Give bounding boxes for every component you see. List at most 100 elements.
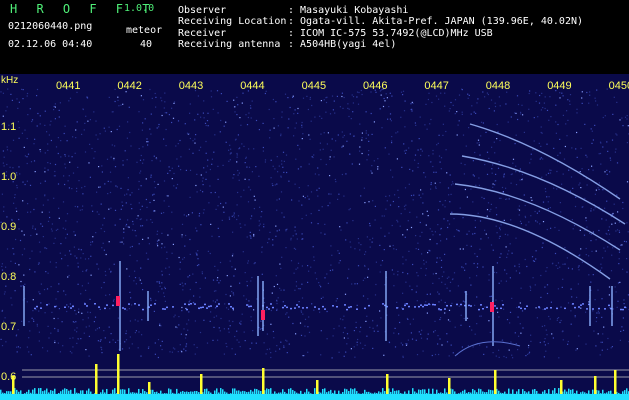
noise-dot	[427, 252, 429, 254]
noise-dot	[584, 123, 586, 125]
noise-dot	[48, 303, 50, 305]
noise-dot	[435, 95, 438, 97]
noise-dot	[359, 123, 361, 125]
noise-dot	[58, 207, 60, 209]
noise-dot	[149, 128, 151, 130]
noise-dot	[525, 224, 527, 226]
noise-dot	[486, 173, 489, 175]
noise-dot	[38, 310, 40, 312]
noise-dot	[581, 168, 583, 170]
histogram-bar	[600, 393, 602, 394]
noise-dot	[175, 187, 177, 189]
noise-dot	[388, 232, 390, 234]
noise-dot	[194, 353, 196, 355]
noise-dot	[182, 289, 184, 291]
noise-dot	[402, 94, 404, 96]
histogram-bar	[532, 389, 534, 394]
noise-dot	[227, 308, 230, 310]
noise-dot	[544, 107, 546, 110]
histogram-peak	[386, 374, 389, 394]
noise-dot	[166, 195, 168, 197]
noise-dot	[570, 288, 572, 290]
noise-dot	[451, 181, 454, 183]
noise-dot	[528, 351, 531, 353]
noise-dot	[342, 319, 344, 321]
noise-dot	[92, 210, 94, 212]
noise-dot	[518, 263, 520, 265]
noise-dot	[2, 150, 4, 152]
noise-dot	[248, 186, 250, 188]
carrier-dot	[188, 303, 190, 306]
histogram-bar	[226, 392, 228, 394]
noise-dot	[541, 92, 543, 94]
histogram-bar	[124, 389, 126, 394]
histogram-bar	[428, 388, 430, 394]
noise-dot	[474, 333, 476, 335]
noise-dot	[557, 267, 559, 269]
carrier-dot	[246, 304, 248, 306]
noise-dot	[577, 266, 579, 268]
noise-dot	[247, 304, 250, 306]
carrier-dot	[294, 307, 296, 309]
noise-dot	[274, 184, 276, 186]
noise-dot	[306, 95, 308, 97]
noise-dot	[195, 281, 197, 284]
histogram-bar	[62, 389, 64, 394]
noise-dot	[236, 156, 238, 158]
noise-dot	[612, 247, 614, 249]
noise-dot	[234, 111, 236, 113]
histogram-bar	[440, 392, 442, 394]
carrier-dot	[298, 306, 300, 308]
histogram-bar	[142, 389, 144, 394]
noise-dot	[304, 325, 306, 327]
noise-dot	[354, 283, 356, 285]
noise-dot	[130, 145, 132, 147]
noise-dot	[564, 145, 566, 148]
noise-dot	[160, 345, 162, 347]
noise-dot	[310, 213, 312, 215]
noise-dot	[437, 142, 439, 144]
histogram-bar	[40, 388, 42, 394]
noise-dot	[365, 320, 367, 322]
noise-dot	[17, 346, 19, 348]
noise-dot	[318, 174, 320, 176]
noise-dot	[150, 219, 152, 221]
noise-dot	[546, 292, 549, 295]
noise-dot	[248, 112, 250, 114]
noise-dot	[36, 95, 38, 97]
noise-dot	[566, 110, 568, 112]
noise-dot	[124, 341, 126, 343]
noise-dot	[69, 337, 71, 339]
noise-dot	[269, 231, 271, 233]
noise-dot	[483, 197, 485, 200]
noise-dot	[580, 307, 582, 309]
noise-dot	[431, 230, 433, 232]
noise-dot	[266, 348, 268, 351]
noise-dot	[64, 163, 66, 165]
noise-dot	[576, 112, 578, 114]
noise-dot	[223, 353, 225, 355]
histogram-bar	[128, 388, 130, 394]
noise-dot	[53, 105, 55, 108]
noise-dot	[261, 246, 263, 248]
noise-dot	[32, 299, 34, 301]
noise-dot	[273, 127, 275, 129]
carrier-dot	[544, 308, 546, 310]
noise-dot	[518, 335, 520, 337]
noise-dot	[319, 115, 321, 117]
noise-dot	[29, 257, 31, 260]
noise-dot	[108, 208, 110, 210]
noise-dot	[202, 177, 204, 179]
noise-dot	[343, 355, 345, 357]
noise-dot	[134, 230, 136, 232]
noise-dot	[487, 202, 490, 204]
noise-dot	[27, 153, 30, 155]
noise-dot	[606, 169, 608, 171]
noise-dot	[115, 185, 117, 187]
noise-dot	[541, 176, 543, 178]
noise-dot	[39, 151, 42, 153]
noise-dot	[222, 164, 224, 166]
noise-dot	[240, 320, 242, 322]
noise-dot	[313, 154, 315, 156]
noise-dot	[515, 270, 517, 272]
